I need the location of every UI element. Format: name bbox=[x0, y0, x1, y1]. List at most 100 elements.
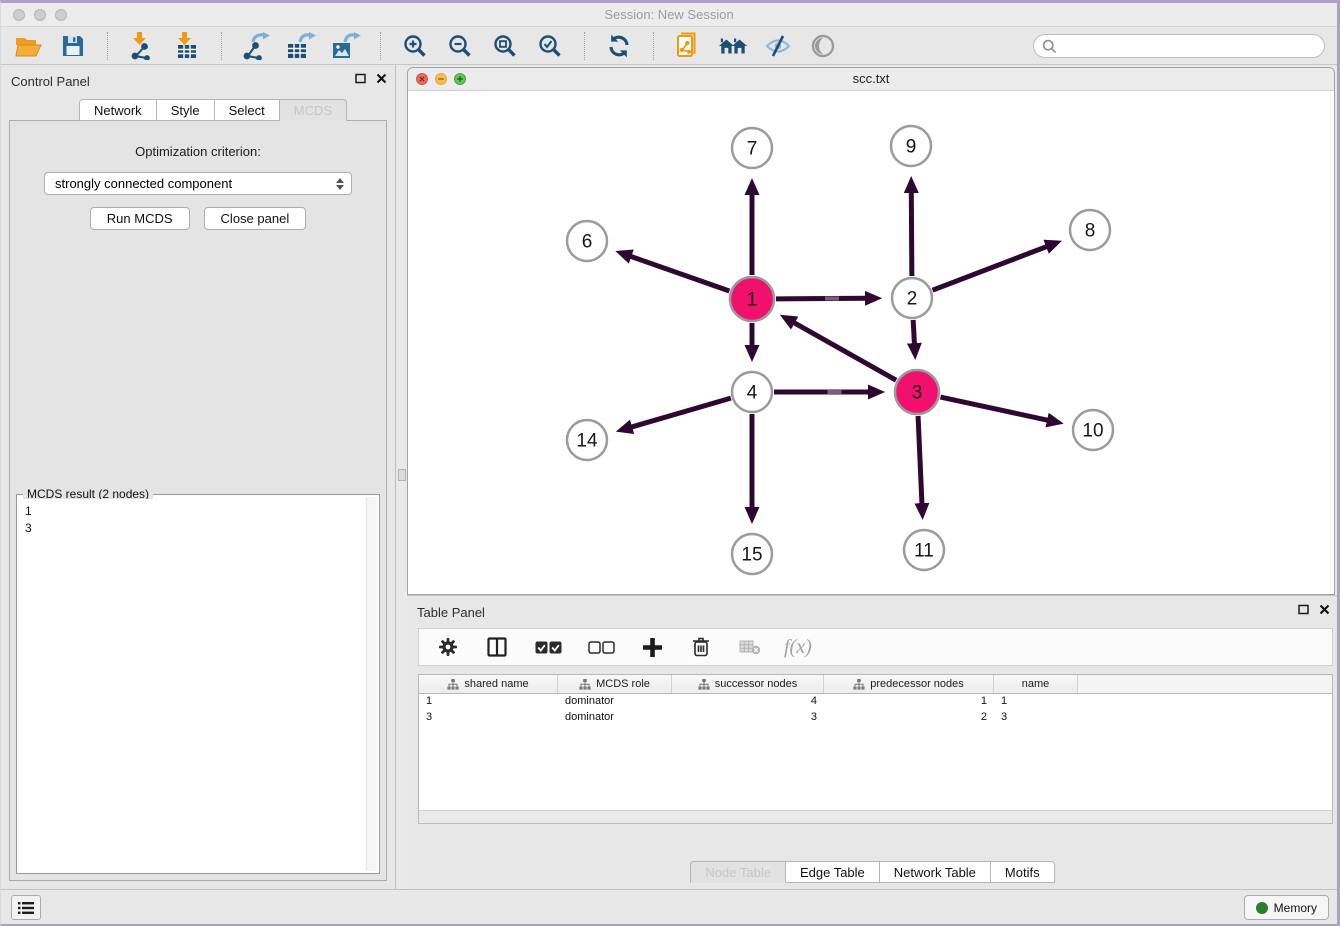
cell-name[interactable]: 3 bbox=[994, 710, 1078, 726]
tab-motifs[interactable]: Motifs bbox=[991, 861, 1055, 883]
list-icon bbox=[18, 901, 34, 915]
edge-4-14[interactable] bbox=[631, 398, 731, 427]
zoom-out-button[interactable] bbox=[445, 31, 475, 61]
toolbar-separator bbox=[221, 32, 222, 60]
tab-edge-table[interactable]: Edge Table bbox=[786, 861, 880, 883]
import-network-button[interactable] bbox=[127, 31, 157, 61]
node-11[interactable]: 11 bbox=[904, 530, 944, 570]
edge-1-6[interactable] bbox=[630, 256, 729, 291]
float-panel-icon[interactable] bbox=[1298, 604, 1309, 615]
zoom-in-button[interactable] bbox=[400, 31, 430, 61]
table-row[interactable]: 3dominator323 bbox=[419, 710, 1332, 726]
minimize-network-icon[interactable] bbox=[435, 73, 447, 85]
close-network-icon[interactable] bbox=[416, 73, 428, 85]
table-tabs: Node TableEdge TableNetwork TableMotifs bbox=[407, 861, 1338, 883]
edge-1-2[interactable] bbox=[776, 298, 866, 299]
close-panel-icon[interactable] bbox=[376, 73, 387, 84]
tab-network-table[interactable]: Network Table bbox=[880, 861, 991, 883]
memory-button[interactable]: Memory bbox=[1244, 895, 1329, 920]
export-image-button[interactable] bbox=[331, 31, 361, 61]
node-9[interactable]: 9 bbox=[891, 126, 931, 166]
cell-mcds-role[interactable]: dominator bbox=[558, 710, 672, 726]
destroy-table-button[interactable] bbox=[735, 632, 765, 662]
tab-style[interactable]: Style bbox=[157, 99, 215, 121]
cell-predecessor-nodes[interactable]: 1 bbox=[824, 694, 994, 710]
hide-panel-button[interactable] bbox=[763, 31, 793, 61]
save-session-button[interactable] bbox=[58, 31, 88, 61]
column-header-shared-name[interactable]: shared name bbox=[419, 675, 558, 693]
clone-network-button[interactable] bbox=[673, 31, 703, 61]
search-input[interactable] bbox=[1062, 39, 1316, 53]
window-controls bbox=[13, 9, 67, 21]
edge-2-3[interactable] bbox=[913, 320, 914, 344]
close-panel-icon[interactable] bbox=[1319, 604, 1330, 615]
cell-successor-nodes[interactable]: 3 bbox=[672, 710, 824, 726]
task-history-button[interactable] bbox=[11, 895, 41, 920]
home-button[interactable] bbox=[718, 31, 748, 61]
export-table-button[interactable] bbox=[286, 31, 316, 61]
close-panel-button[interactable]: Close panel bbox=[204, 207, 307, 230]
zoom-fit-button[interactable] bbox=[490, 31, 520, 61]
cell-mcds-role[interactable]: dominator bbox=[558, 694, 672, 710]
node-14[interactable]: 14 bbox=[567, 420, 607, 460]
network-canvas[interactable]: 7 9 6 8 1 2 4 3 14 10 15 11 bbox=[408, 91, 1334, 594]
cell-successor-nodes[interactable]: 4 bbox=[672, 694, 824, 710]
criterion-dropdown[interactable]: strongly connected component bbox=[44, 172, 352, 195]
edge-2-8[interactable] bbox=[933, 246, 1047, 290]
edge-3-10[interactable] bbox=[940, 397, 1048, 420]
delete-column-button[interactable] bbox=[686, 632, 716, 662]
column-header-successor-nodes[interactable]: successor nodes bbox=[672, 675, 824, 693]
maximize-network-icon[interactable] bbox=[454, 73, 466, 85]
column-label: MCDS role bbox=[596, 678, 650, 690]
apply-layout-button[interactable] bbox=[604, 31, 634, 61]
node-1[interactable]: 1 bbox=[730, 277, 774, 321]
create-column-button[interactable] bbox=[637, 632, 667, 662]
cell-name[interactable]: 1 bbox=[994, 694, 1078, 710]
cell-shared-name[interactable]: 1 bbox=[419, 694, 558, 710]
edge-3-11[interactable] bbox=[918, 416, 922, 504]
cell-predecessor-nodes[interactable]: 2 bbox=[824, 710, 994, 726]
column-type-icon bbox=[853, 679, 865, 690]
show-panel-button[interactable] bbox=[808, 31, 838, 61]
cell-shared-name[interactable]: 3 bbox=[419, 710, 558, 726]
search-box[interactable] bbox=[1033, 34, 1325, 58]
table-horizontal-scrollbar[interactable] bbox=[419, 810, 1332, 823]
node-15[interactable]: 15 bbox=[732, 534, 772, 574]
edge-3-1[interactable] bbox=[794, 323, 896, 381]
import-table-button[interactable] bbox=[172, 31, 202, 61]
table-row[interactable]: 1dominator411 bbox=[419, 694, 1332, 710]
zoom-selected-button[interactable] bbox=[535, 31, 565, 61]
zoom-window-icon[interactable] bbox=[55, 9, 67, 21]
column-header-name[interactable]: name bbox=[994, 675, 1078, 693]
node-2[interactable]: 2 bbox=[892, 278, 932, 318]
tab-node-table[interactable]: Node Table bbox=[690, 861, 786, 883]
network-graph[interactable]: 7 9 6 8 1 2 4 3 14 10 15 11 bbox=[408, 91, 1334, 594]
export-network-button[interactable] bbox=[241, 31, 271, 61]
open-session-button[interactable] bbox=[13, 31, 43, 61]
function-builder-button[interactable]: f(x) bbox=[784, 636, 812, 659]
node-3[interactable]: 3 bbox=[895, 370, 939, 414]
close-window-icon[interactable] bbox=[13, 9, 25, 21]
node-7[interactable]: 7 bbox=[732, 128, 772, 168]
table-settings-button[interactable] bbox=[433, 632, 463, 662]
column-header-mcds-role[interactable]: MCDS role bbox=[558, 675, 672, 693]
tab-network[interactable]: Network bbox=[79, 99, 157, 121]
minimize-window-icon[interactable] bbox=[34, 9, 46, 21]
node-6[interactable]: 6 bbox=[567, 221, 607, 261]
run-mcds-button[interactable]: Run MCDS bbox=[90, 207, 190, 230]
edge-2-9[interactable] bbox=[911, 192, 912, 276]
column-header-predecessor-nodes[interactable]: predecessor nodes bbox=[824, 675, 994, 693]
column-browser-button[interactable] bbox=[482, 632, 512, 662]
tab-select[interactable]: Select bbox=[215, 99, 280, 121]
chevron-updown-icon bbox=[333, 176, 347, 192]
node-10[interactable]: 10 bbox=[1073, 410, 1113, 450]
node-4[interactable]: 4 bbox=[732, 372, 772, 412]
column-label: successor nodes bbox=[715, 678, 798, 690]
tab-mcds[interactable]: MCDS bbox=[280, 99, 347, 121]
result-scrollbar[interactable] bbox=[366, 497, 377, 871]
node-8[interactable]: 8 bbox=[1070, 210, 1110, 250]
select-all-button[interactable] bbox=[531, 632, 565, 662]
deselect-all-button[interactable] bbox=[584, 632, 618, 662]
vertical-splitter-handle[interactable] bbox=[398, 469, 406, 481]
float-panel-icon[interactable] bbox=[355, 73, 366, 84]
